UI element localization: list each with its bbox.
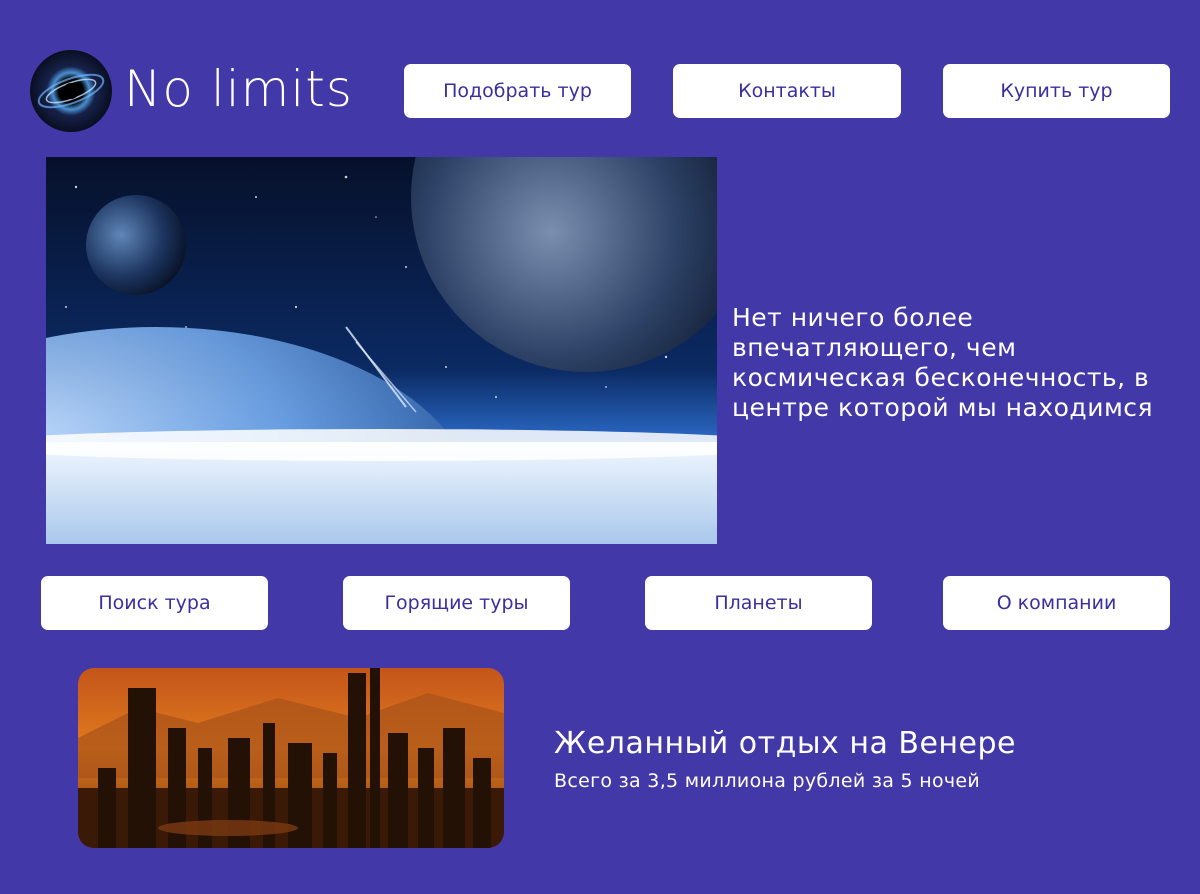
promo-subtitle: Всего за 3,5 миллиона рублей за 5 ночей	[554, 770, 981, 792]
nav-buy-tour-button[interactable]: Купить тур	[943, 64, 1170, 118]
venus-city-image[interactable]	[78, 668, 504, 848]
nav-contacts-button[interactable]: Контакты	[673, 64, 901, 118]
nav-select-tour-button[interactable]: Подобрать тур	[404, 64, 631, 118]
menu-hot-tours-button[interactable]: Горящие туры	[343, 576, 570, 630]
promo-title: Желанный отдых на Венере	[554, 726, 1016, 761]
hero-tagline: Нет ничего более впечатляющего, чем косм…	[732, 303, 1154, 422]
menu-tour-search-button[interactable]: Поиск тура	[41, 576, 268, 630]
menu-about-button[interactable]: О компании	[943, 576, 1170, 630]
menu-planets-button[interactable]: Планеты	[645, 576, 872, 630]
black-hole-icon[interactable]	[30, 50, 112, 132]
brand-name[interactable]: No limits	[124, 56, 353, 122]
hero-space-image	[46, 157, 717, 544]
